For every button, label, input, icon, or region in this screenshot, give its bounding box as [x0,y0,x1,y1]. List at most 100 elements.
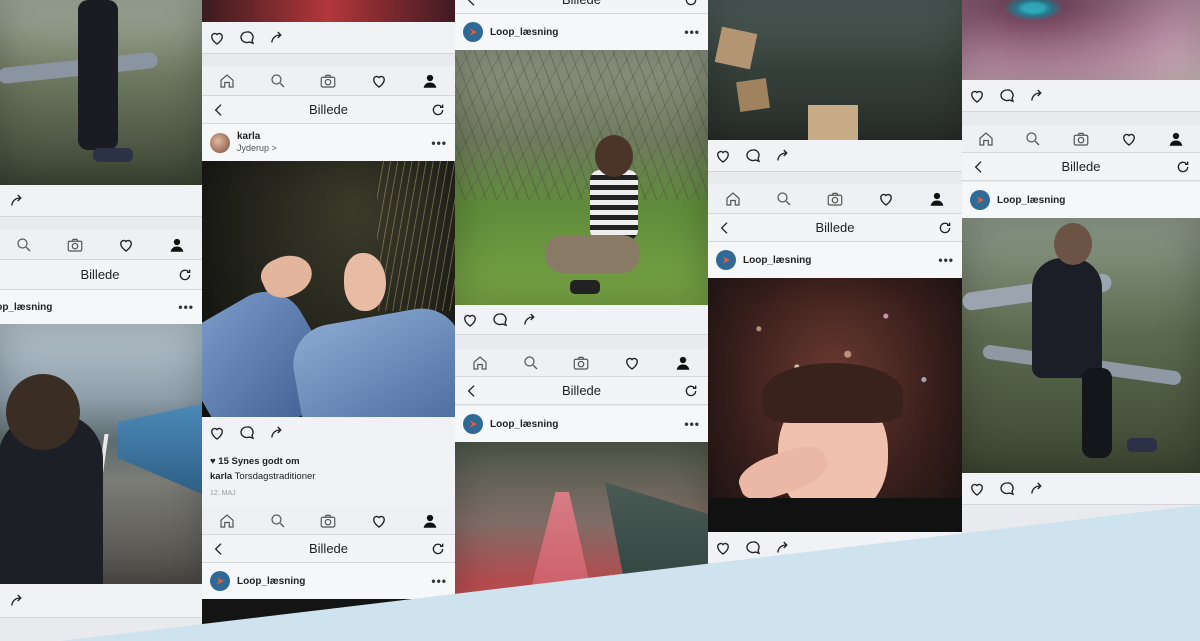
search-icon[interactable] [522,354,540,372]
heart-icon[interactable] [714,147,732,165]
search-icon[interactable] [269,512,287,530]
more-options-icon[interactable]: ••• [938,253,954,267]
search-icon[interactable] [15,236,33,254]
account-name[interactable]: Loop_læsning [237,576,305,587]
account-avatar[interactable] [463,414,483,434]
post-location[interactable]: Jyderup > [237,143,277,154]
post-photo-road[interactable] [455,442,708,641]
profile-icon[interactable] [674,354,692,372]
comment-icon[interactable] [491,311,509,329]
nav-title: Billede [80,267,120,282]
camera-icon[interactable] [1072,130,1090,148]
avatar[interactable] [210,132,230,153]
post-photo-bench[interactable] [0,0,202,185]
heart-icon[interactable] [623,354,641,372]
home-icon[interactable] [218,512,236,530]
heart-icon[interactable] [370,72,388,90]
post-photo-eye[interactable] [962,0,1200,80]
more-options-icon[interactable]: ••• [431,574,447,588]
account-name[interactable]: Loop_læsning [743,255,811,266]
post-photo-forest[interactable] [455,50,708,305]
account-name[interactable]: Loop_læsning [490,27,558,38]
heart-icon[interactable] [461,311,479,329]
share-icon[interactable] [268,29,286,47]
post-photo-feet[interactable] [202,161,455,417]
heart-icon[interactable] [208,424,226,442]
heart-icon[interactable] [714,539,732,557]
post-photo-water[interactable] [708,0,962,140]
post-username[interactable]: karla [237,131,277,144]
share-icon[interactable] [1028,87,1046,105]
more-options-icon[interactable]: ••• [178,300,194,314]
more-options-icon[interactable]: ••• [684,25,700,39]
like-count[interactable]: ♥ 15 Synes godt om [210,455,447,470]
heart-icon[interactable] [208,29,226,47]
comment-icon[interactable] [744,147,762,165]
account-name[interactable]: Loop_læsning [997,195,1065,206]
share-icon[interactable] [8,592,26,610]
share-icon[interactable] [8,192,26,210]
back-chevron-icon[interactable] [716,219,734,237]
heart-icon[interactable] [1120,130,1138,148]
share-icon[interactable] [521,311,539,329]
profile-icon[interactable] [1167,130,1185,148]
refresh-icon[interactable] [682,382,700,400]
account-name[interactable]: Loop_læsning [0,302,52,313]
refresh-icon[interactable] [1174,158,1192,176]
camera-icon[interactable] [572,354,590,372]
profile-icon[interactable] [421,512,439,530]
search-icon[interactable] [1024,130,1042,148]
heart-icon[interactable] [877,190,895,208]
refresh-icon[interactable] [936,219,954,237]
heart-icon[interactable] [117,236,135,254]
camera-icon[interactable] [826,190,844,208]
account-avatar[interactable] [970,190,990,210]
account-avatar[interactable] [210,571,230,591]
refresh-icon[interactable] [682,0,700,9]
home-icon[interactable] [977,130,995,148]
heart-icon[interactable] [968,87,986,105]
account-name[interactable]: Loop_læsning [490,419,558,430]
comment-icon[interactable] [998,480,1016,498]
tab-bar [202,507,455,535]
home-icon[interactable] [471,354,489,372]
comment-icon[interactable] [744,539,762,557]
comment-icon[interactable] [238,424,256,442]
profile-icon[interactable] [928,190,946,208]
more-options-icon[interactable]: ••• [431,136,447,150]
post-photo-bridge[interactable] [0,324,202,584]
search-icon[interactable] [269,72,287,90]
comment-icon[interactable] [998,87,1016,105]
back-chevron-icon[interactable] [463,382,481,400]
share-icon[interactable] [1028,480,1046,498]
account-avatar[interactable] [716,250,736,270]
back-chevron-icon[interactable] [463,0,481,9]
share-icon[interactable] [774,539,792,557]
post-photo-dark[interactable] [202,599,455,641]
home-icon[interactable] [724,190,742,208]
post-photo-bench-girl[interactable] [962,218,1200,473]
back-chevron-icon[interactable] [970,158,988,176]
back-chevron-icon[interactable] [210,101,228,119]
share-icon[interactable] [774,147,792,165]
camera-icon[interactable] [66,236,84,254]
more-options-icon[interactable]: ••• [684,417,700,431]
profile-icon[interactable] [168,236,186,254]
back-chevron-icon[interactable] [210,540,228,558]
account-avatar[interactable] [463,22,483,42]
refresh-icon[interactable] [429,101,447,119]
post-photo-sparkle-portrait[interactable] [708,278,962,532]
camera-icon[interactable] [319,72,337,90]
camera-icon[interactable] [319,512,337,530]
home-icon[interactable] [218,72,236,90]
refresh-icon[interactable] [176,266,194,284]
search-icon[interactable] [775,190,793,208]
comment-icon[interactable] [238,29,256,47]
share-icon[interactable] [268,424,286,442]
heart-icon[interactable] [370,512,388,530]
caption-username[interactable]: karla [210,471,232,482]
refresh-icon[interactable] [429,540,447,558]
profile-icon[interactable] [421,72,439,90]
post-photo-top[interactable] [202,0,455,22]
heart-icon[interactable] [968,480,986,498]
